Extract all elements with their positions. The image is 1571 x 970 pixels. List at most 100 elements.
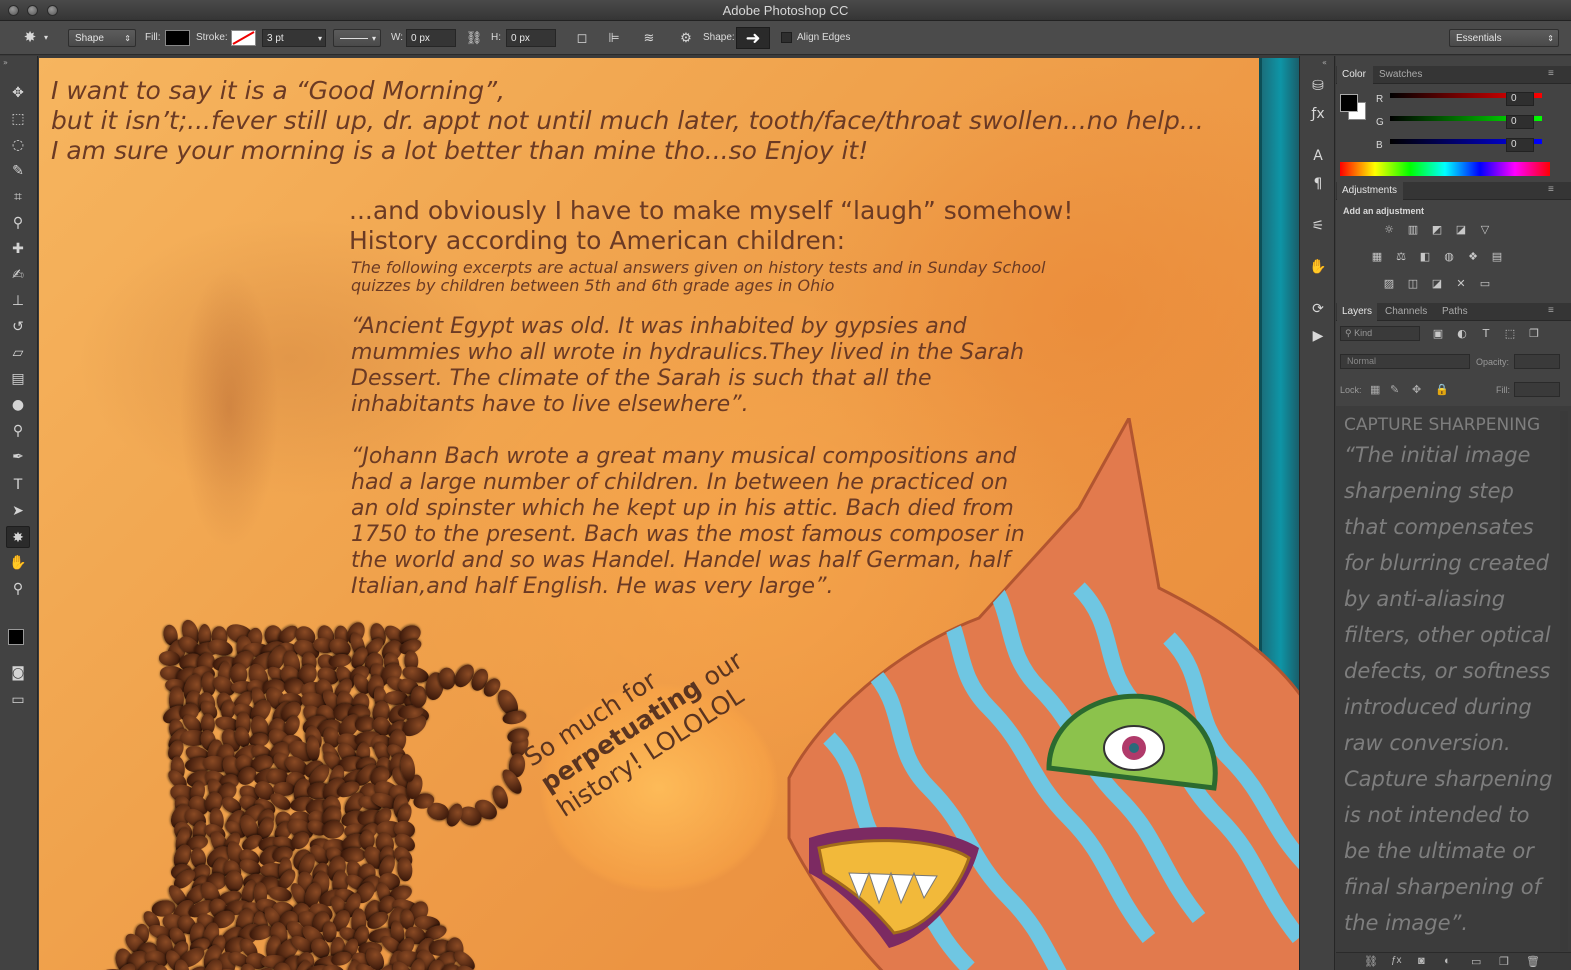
new-adjustment-icon[interactable]: ◐ bbox=[1444, 955, 1451, 967]
fill-swatch[interactable] bbox=[165, 30, 190, 46]
preset-chevron-down-icon[interactable]: ▾ bbox=[44, 29, 48, 47]
path-select-tool[interactable]: ➤ bbox=[6, 500, 30, 522]
collapse-panel-icon[interactable]: » bbox=[3, 58, 8, 67]
zoom-tool[interactable]: ⚲ bbox=[6, 578, 30, 600]
tab-paths[interactable]: Paths bbox=[1442, 306, 1468, 317]
link-icon[interactable]: ⛓ bbox=[464, 29, 484, 47]
type-tool[interactable]: T bbox=[6, 474, 30, 496]
panel-menu-icon[interactable]: ≡ bbox=[1548, 305, 1554, 316]
character-panel-icon[interactable]: A bbox=[1308, 148, 1328, 168]
quick-mask-icon[interactable]: ◙ bbox=[6, 662, 30, 684]
tab-layers[interactable]: Layers bbox=[1342, 306, 1372, 317]
path-arrangement-icon[interactable]: ≋ bbox=[639, 29, 659, 47]
document-canvas[interactable]: I want to say it is a “Good Morning”, bu… bbox=[39, 58, 1299, 970]
brush-tool[interactable]: ✍ bbox=[6, 264, 30, 286]
link-layers-icon[interactable]: ⛓ bbox=[1364, 955, 1378, 968]
shape-picker-arrow-icon[interactable]: ➜ bbox=[736, 27, 770, 49]
adjustment-filter-icon[interactable]: ◐ bbox=[1454, 327, 1470, 341]
lock-position-icon[interactable]: ✥ bbox=[1412, 383, 1421, 396]
black-white-icon[interactable]: ◧ bbox=[1417, 250, 1433, 264]
levels-icon[interactable]: ▥ bbox=[1405, 223, 1421, 237]
stroke-type-dropdown[interactable]: ▾ bbox=[333, 29, 381, 47]
channel-mixer-icon[interactable]: ❖ bbox=[1465, 250, 1481, 264]
tool-mode-dropdown[interactable]: Shape ⇕ bbox=[68, 29, 136, 47]
b-value[interactable]: 0 bbox=[1506, 138, 1534, 152]
tab-swatches[interactable]: Swatches bbox=[1379, 69, 1422, 80]
stroke-swatch[interactable] bbox=[231, 30, 256, 46]
pen-tool[interactable]: ✒ bbox=[6, 446, 30, 468]
color-swatches-default[interactable] bbox=[6, 623, 32, 652]
paragraph-panel-icon[interactable]: ¶ bbox=[1308, 176, 1328, 196]
g-value[interactable]: 0 bbox=[1506, 115, 1534, 129]
new-group-folder-icon[interactable]: ▭ bbox=[1471, 955, 1481, 968]
eyedropper-tool[interactable]: ⚲ bbox=[6, 212, 30, 234]
panel-menu-icon[interactable]: ≡ bbox=[1548, 184, 1554, 195]
pixel-filter-icon[interactable]: ▣ bbox=[1430, 327, 1446, 341]
hand-tool[interactable]: ✋ bbox=[6, 552, 30, 574]
panel-menu-icon[interactable]: ≡ bbox=[1548, 68, 1554, 79]
quick-select-tool[interactable]: ✎ bbox=[6, 160, 30, 182]
styles-panel-icon[interactable]: ƒx bbox=[1308, 106, 1328, 126]
align-edges-checkbox[interactable] bbox=[781, 32, 792, 43]
tab-color[interactable]: Color bbox=[1342, 69, 1366, 80]
history-panel-icon[interactable]: ⛁ bbox=[1308, 78, 1328, 98]
color-spectrum-ramp[interactable] bbox=[1340, 162, 1550, 176]
path-alignment-icon[interactable]: ⊫ bbox=[604, 29, 624, 47]
foreground-color-swatch[interactable] bbox=[8, 629, 24, 645]
curves-icon[interactable]: ◩ bbox=[1429, 223, 1445, 237]
trash-icon[interactable]: 🗑 bbox=[1526, 955, 1540, 968]
expand-panels-icon[interactable]: « bbox=[1322, 58, 1327, 67]
marquee-tool[interactable]: ⬚ bbox=[6, 108, 30, 130]
tool-presets-icon[interactable]: ✋ bbox=[1308, 259, 1328, 279]
layer-style-fx-icon[interactable]: ƒx bbox=[1391, 955, 1402, 966]
crop-tool[interactable]: ⌗ bbox=[6, 186, 30, 208]
new-layer-icon[interactable]: ❐ bbox=[1499, 955, 1509, 968]
brightness-icon[interactable]: ☼ bbox=[1381, 223, 1397, 237]
posterize-icon[interactable]: ◫ bbox=[1405, 277, 1421, 291]
tab-adjustments[interactable]: Adjustments bbox=[1342, 185, 1397, 196]
healing-tool[interactable]: ✚ bbox=[6, 238, 30, 260]
gradient-tool[interactable]: ▤ bbox=[6, 368, 30, 390]
color-lookup-icon[interactable]: ▤ bbox=[1489, 250, 1505, 264]
custom-shape-tool[interactable]: ✸ bbox=[6, 526, 30, 548]
blur-tool[interactable]: ● bbox=[6, 394, 30, 416]
selective-color-icon[interactable]: ✕ bbox=[1453, 277, 1469, 291]
shape-filter-icon[interactable]: ⬚ bbox=[1502, 327, 1518, 341]
width-field[interactable]: 0 px bbox=[406, 29, 456, 47]
fill-field[interactable] bbox=[1514, 382, 1560, 397]
gear-icon[interactable]: ⚙ bbox=[676, 29, 696, 47]
custom-shape-tool-preset-icon[interactable]: ✸ bbox=[20, 29, 40, 47]
r-value[interactable]: 0 bbox=[1506, 92, 1534, 106]
brush-presets-icon[interactable]: ⚟ bbox=[1308, 218, 1328, 238]
layers-scrollbar[interactable] bbox=[1560, 411, 1568, 951]
exposure-icon[interactable]: ◪ bbox=[1453, 223, 1469, 237]
invert-icon[interactable]: ▨ bbox=[1381, 277, 1397, 291]
add-mask-icon[interactable]: ◙ bbox=[1418, 955, 1425, 967]
path-operations-icon[interactable]: ◻ bbox=[572, 29, 592, 47]
height-field[interactable]: 0 px bbox=[506, 29, 556, 47]
blend-mode-dropdown[interactable]: Normal bbox=[1340, 354, 1470, 369]
move-tool[interactable]: ✥ bbox=[6, 82, 30, 104]
lock-image-icon[interactable]: ✎ bbox=[1390, 383, 1399, 396]
hue-saturation-icon[interactable]: ▦ bbox=[1369, 250, 1385, 264]
smart-object-filter-icon[interactable]: ❐ bbox=[1526, 327, 1542, 341]
gradient-map-icon[interactable]: ▭ bbox=[1477, 277, 1493, 291]
lock-transparent-icon[interactable]: ▦ bbox=[1370, 383, 1380, 396]
layer-filter-kind[interactable]: ⚲ Kind bbox=[1340, 326, 1420, 341]
timeline-panel-icon[interactable]: ⟳ bbox=[1308, 301, 1328, 321]
foreground-color-swatch[interactable] bbox=[1340, 94, 1358, 112]
actions-play-icon[interactable]: ▶ bbox=[1308, 328, 1328, 348]
stamp-tool[interactable]: ⊥ bbox=[6, 290, 30, 312]
color-balance-icon[interactable]: ⚖ bbox=[1393, 250, 1409, 264]
vibrance-icon[interactable]: ▽ bbox=[1477, 223, 1493, 237]
dodge-tool[interactable]: ⚲ bbox=[6, 420, 30, 442]
lasso-tool[interactable]: ◌ bbox=[6, 134, 30, 156]
screen-mode-icon[interactable]: ▭ bbox=[6, 689, 30, 711]
type-filter-icon[interactable]: T bbox=[1478, 327, 1494, 341]
lock-all-icon[interactable]: 🔒 bbox=[1435, 383, 1449, 396]
workspace-dropdown[interactable]: Essentials ⇕ bbox=[1449, 29, 1559, 47]
opacity-field[interactable] bbox=[1514, 354, 1560, 369]
eraser-tool[interactable]: ▱ bbox=[6, 342, 30, 364]
history-brush-tool[interactable]: ↺ bbox=[6, 316, 30, 338]
photo-filter-icon[interactable]: ◍ bbox=[1441, 250, 1457, 264]
